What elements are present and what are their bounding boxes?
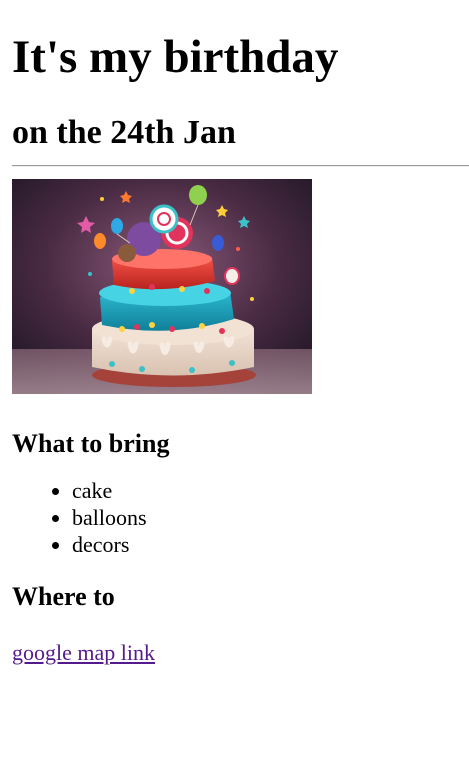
list-item: balloons bbox=[72, 504, 469, 531]
birthday-cake-image bbox=[12, 179, 312, 394]
divider bbox=[12, 165, 469, 167]
page-subtitle: on the 24th Jan bbox=[12, 114, 236, 151]
google-map-link[interactable]: google map link bbox=[12, 640, 155, 666]
where-to-heading: Where to bbox=[12, 582, 115, 611]
list-item: cake bbox=[72, 477, 469, 504]
list-item: decors bbox=[72, 531, 469, 558]
bring-list: cake balloons decors bbox=[12, 477, 469, 558]
page-content: It's my birthday on the 24th Jan What to… bbox=[0, 0, 469, 666]
page-title: It's my birthday bbox=[12, 31, 339, 83]
what-to-bring-heading: What to bring bbox=[12, 429, 170, 458]
